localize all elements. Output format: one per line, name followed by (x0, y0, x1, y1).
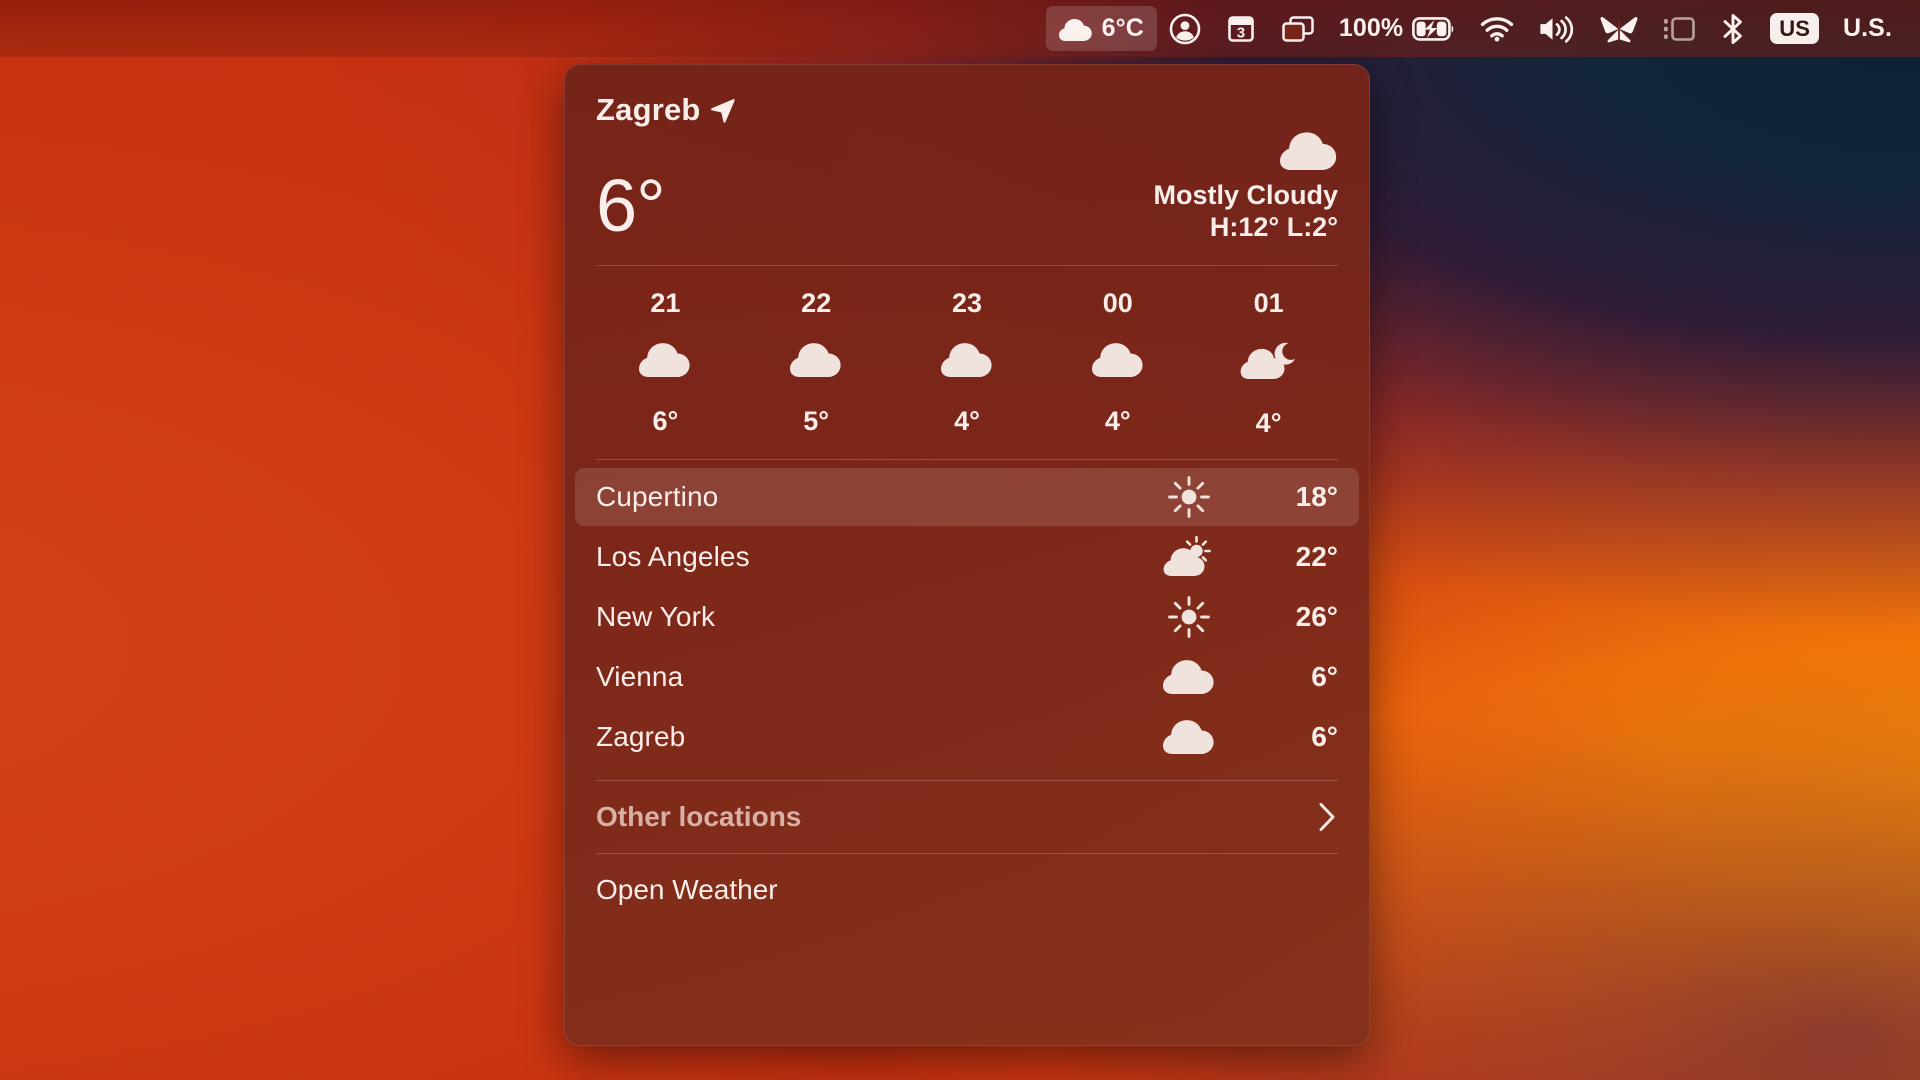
city-temperature: 18° (1295, 481, 1338, 512)
cloud-moon-icon (1240, 341, 1298, 386)
speaker-waves-icon (1538, 15, 1576, 43)
other-locations-label: Other locations (596, 801, 802, 832)
menubar-weather-temp: 6°C (1101, 14, 1144, 42)
location-name: Zagreb (596, 92, 701, 127)
cloud-icon (1280, 130, 1338, 177)
sun-icon (1136, 474, 1242, 520)
city-row-los-angeles[interactable]: Los Angeles 22° (575, 528, 1359, 586)
cloud-icon (1136, 718, 1242, 756)
hourly-item[interactable]: 00 4° (1042, 288, 1193, 439)
hour-temperature: 4° (1104, 406, 1131, 436)
hour-temperature: 4° (1255, 408, 1282, 438)
city-temperature: 6° (1311, 721, 1338, 752)
open-weather-label: Open Weather (596, 874, 778, 905)
svg-text:3: 3 (1237, 24, 1245, 41)
wifi-icon (1480, 16, 1514, 42)
city-name: New York (596, 601, 716, 632)
hour-temperature: 5° (803, 406, 830, 436)
city-temperature: 22° (1295, 541, 1338, 572)
location-arrow-icon (709, 97, 735, 123)
hourly-item[interactable]: 21 6° (590, 288, 741, 439)
city-row-new-york[interactable]: New York 26° (575, 588, 1359, 646)
butterfly-icon (1600, 14, 1638, 44)
hour-label: 21 (650, 288, 681, 318)
menubar-volume-button[interactable] (1526, 6, 1588, 51)
location-row: Zagreb (596, 92, 1338, 128)
cloud-icon (940, 341, 993, 384)
hourly-item[interactable]: 01 4° (1193, 288, 1344, 439)
city-row-cupertino[interactable]: Cupertino 18° (575, 468, 1359, 526)
cloud-icon (1136, 658, 1242, 696)
menubar-user-icon-button[interactable] (1157, 6, 1213, 51)
current-conditions: 6° Mostly Cloudy H:12° L:2° (596, 130, 1338, 243)
hourly-item[interactable]: 22 5° (741, 288, 892, 439)
input-source-badge: US (1770, 12, 1819, 45)
sidebar-layout-icon (1662, 15, 1696, 43)
cloud-icon (1058, 16, 1093, 42)
city-temperature: 26° (1295, 601, 1338, 632)
hour-temperature: 4° (954, 406, 980, 436)
hourly-forecast: 21 6° 22 5° 23 4° 00 4° 01 4° (564, 266, 1370, 459)
hour-label: 01 (1253, 288, 1284, 318)
user-circle-icon (1169, 13, 1201, 45)
menubar-bluetooth-button[interactable] (1708, 6, 1758, 51)
city-name: Zagreb (596, 721, 686, 752)
cloud-icon (790, 341, 842, 384)
cloud-sun-icon (1136, 534, 1242, 580)
menubar-input-source-label[interactable]: U.S. (1831, 6, 1904, 51)
weather-header: Zagreb 6° Mostly Cloudy H:12° L:2° (564, 64, 1370, 243)
city-name: Cupertino (596, 481, 719, 512)
cloud-icon (1091, 341, 1144, 384)
menubar-input-source[interactable]: US (1758, 6, 1831, 51)
calendar-icon: 3 (1225, 13, 1257, 45)
hour-label: 23 (951, 288, 983, 318)
high-low-temperature: H:12° L:2° (1209, 212, 1338, 242)
menubar-display-layout-button[interactable] (1650, 6, 1708, 51)
battery-percent-label: 100% (1338, 14, 1404, 42)
hour-label: 00 (1102, 288, 1133, 318)
menubar-calendar-button[interactable]: 3 (1213, 6, 1269, 51)
city-list: Cupertino 18° Los Angeles 22° New York 2… (564, 460, 1370, 772)
menubar-weather-status[interactable]: 6°C (1045, 6, 1157, 51)
city-row-zagreb[interactable]: Zagreb 6° (575, 708, 1359, 766)
bluetooth-icon (1720, 13, 1746, 45)
city-row-vienna[interactable]: Vienna 6° (575, 648, 1359, 706)
hour-temperature: 6° (652, 406, 679, 436)
other-locations-item[interactable]: Other locations (564, 781, 1370, 853)
city-name: Vienna (596, 661, 684, 692)
menu-bar: 6°C 3 100% US U.S. (0, 0, 1920, 57)
weather-menu-panel: Zagreb 6° Mostly Cloudy H:12° L:2° 21 6° (564, 64, 1370, 1046)
cloud-icon (639, 341, 691, 384)
hourly-item[interactable]: 23 4° (892, 288, 1043, 439)
chevron-right-icon (1316, 801, 1338, 833)
open-weather-item[interactable]: Open Weather (564, 854, 1370, 926)
menubar-battery-status[interactable]: 100% (1327, 6, 1468, 51)
condition-description: Mostly Cloudy (1153, 180, 1338, 210)
menubar-wifi-button[interactable] (1468, 6, 1526, 51)
menubar-butterfly-button[interactable] (1588, 6, 1650, 51)
battery-charging-icon (1412, 16, 1456, 42)
hour-label: 22 (801, 288, 832, 318)
city-temperature: 6° (1311, 661, 1338, 692)
current-temperature: 6° (596, 164, 666, 247)
menubar-mission-control-button[interactable] (1269, 6, 1327, 51)
sun-icon (1136, 594, 1242, 640)
windows-stack-icon (1281, 15, 1315, 43)
city-name: Los Angeles (596, 541, 750, 572)
